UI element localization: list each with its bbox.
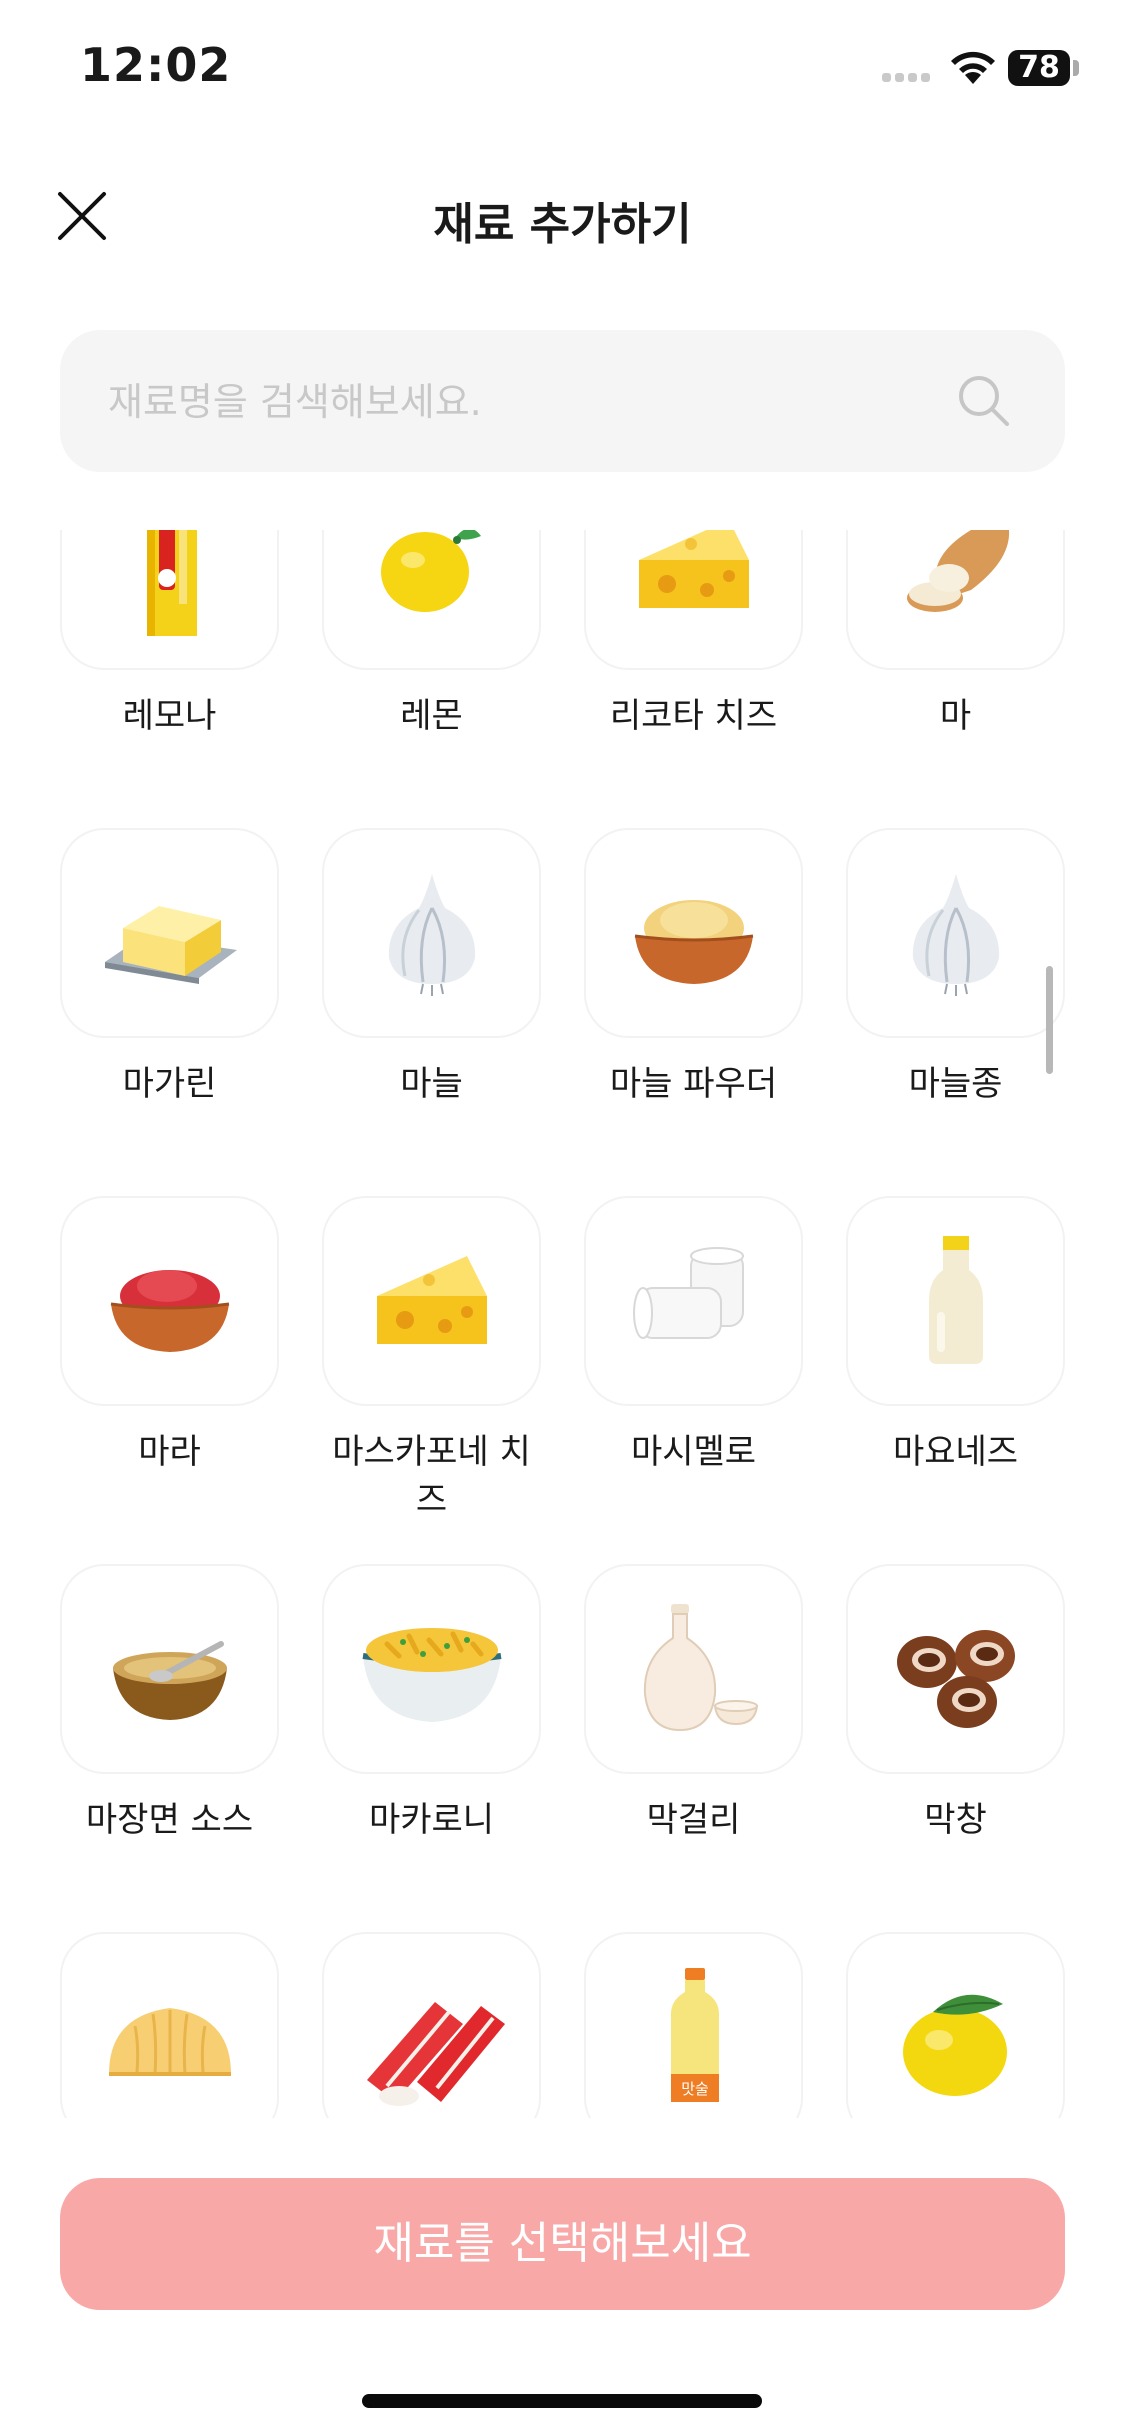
ingredient-tile[interactable]	[846, 828, 1065, 1038]
marshmallow-icon	[632, 1247, 744, 1339]
ingredient-tile[interactable]	[584, 1564, 803, 1774]
ingredient-label: 레몬	[400, 696, 463, 736]
ingredient-item[interactable]: 마늘종	[846, 828, 1065, 1196]
mango-icon	[902, 1994, 1007, 2096]
crab-stick-icon	[366, 2002, 505, 2106]
status-bar: 12:02 78	[0, 0, 1125, 140]
garlic-icon	[388, 874, 475, 996]
ingredient-item[interactable]: 마라	[60, 1196, 279, 1564]
ingredient-item[interactable]: 맛술	[584, 1932, 803, 2118]
mirin-bottle-icon: 맛술	[670, 1968, 719, 2102]
red-powder-bowl-icon	[110, 1270, 229, 1352]
ingredient-tile[interactable]: 맛술	[584, 1932, 803, 2118]
ingredient-tile[interactable]	[846, 1564, 1065, 1774]
ingredient-tile[interactable]	[322, 1564, 541, 1774]
ingredient-item[interactable]	[60, 1932, 279, 2118]
cheese-icon	[638, 530, 749, 608]
cheese-icon	[376, 1256, 487, 1344]
ingredient-label: 마시멜로	[630, 1432, 757, 1472]
page-title: 재료 추가하기	[433, 199, 692, 250]
mayonnaise-bottle-icon	[928, 1236, 983, 1364]
makchang-icon	[896, 1630, 1015, 1728]
ingredient-item[interactable]: 마장면 소스	[60, 1564, 279, 1932]
ingredient-tile[interactable]	[846, 1196, 1065, 1406]
ingredient-item[interactable]: 막걸리	[584, 1564, 803, 1932]
status-time: 12:02	[80, 38, 232, 92]
ingredient-tile[interactable]	[322, 530, 541, 670]
cellular-signal-icon	[882, 72, 936, 82]
ingredient-grid[interactable]: 레모나 레몬 리코타 치즈 마 마가린 마늘 마늘 파우더 마늘종 마라 마스카…	[0, 530, 1125, 2118]
home-indicator	[362, 2394, 762, 2408]
lemona-packet-icon	[146, 530, 197, 636]
search-input[interactable]	[106, 330, 930, 474]
margarine-icon	[104, 906, 237, 984]
ingredient-item[interactable]: 마스카포네 치즈	[322, 1196, 541, 1564]
lemon-icon	[380, 530, 481, 612]
header: 재료 추가하기	[0, 170, 1125, 260]
ingredient-tile[interactable]	[60, 1932, 279, 2118]
ingredient-label: 마늘종	[908, 1064, 1003, 1104]
ingredient-item[interactable]: 마요네즈	[846, 1196, 1065, 1564]
ingredient-item[interactable]: 마시멜로	[584, 1196, 803, 1564]
ingredient-label: 리코타 치즈	[609, 696, 778, 736]
ingredient-label: 마스카포네 치즈	[332, 1432, 531, 1520]
ingredient-item[interactable]	[846, 1932, 1065, 2118]
ingredient-item[interactable]: 마늘 파우더	[584, 828, 803, 1196]
ingredient-tile[interactable]	[322, 1932, 541, 2118]
ingredient-item[interactable]: 마	[846, 530, 1065, 828]
ingredient-label: 마라	[138, 1432, 201, 1472]
ingredient-tile[interactable]	[584, 530, 803, 670]
ingredient-tile[interactable]	[846, 530, 1065, 670]
ingredient-item[interactable]: 마카로니	[322, 1564, 541, 1932]
ingredient-tile[interactable]	[846, 1932, 1065, 2118]
wifi-icon	[951, 51, 995, 84]
ingredient-tile[interactable]	[322, 828, 541, 1038]
select-ingredient-button[interactable]: 재료를 선택해보세요	[60, 2178, 1065, 2310]
ingredient-item[interactable]: 마가린	[60, 828, 279, 1196]
ingredient-tile[interactable]	[60, 828, 279, 1038]
ingredient-label: 마요네즈	[892, 1432, 1019, 1472]
macaroni-bowl-icon	[362, 1628, 501, 1722]
powder-bowl-icon	[634, 900, 753, 984]
ingredient-tile[interactable]	[584, 1196, 803, 1406]
ingredient-item[interactable]: 레몬	[322, 530, 541, 828]
ingredient-item[interactable]: 마늘	[322, 828, 541, 1196]
battery-level: 78	[1008, 50, 1070, 86]
ingredient-label: 마늘 파우더	[609, 1064, 778, 1104]
sauce-bowl-icon	[112, 1641, 227, 1720]
ingredient-item[interactable]: 레모나	[60, 530, 279, 828]
ingredient-item[interactable]: 막창	[846, 1564, 1065, 1932]
ingredient-tile[interactable]	[60, 1564, 279, 1774]
ingredient-item[interactable]	[322, 1932, 541, 2118]
ingredient-label: 마가린	[122, 1064, 217, 1104]
makgeolli-icon	[643, 1604, 758, 1732]
ingredient-label: 마카로니	[368, 1800, 495, 1840]
ingredient-label: 마늘	[400, 1064, 463, 1104]
dumpling-icon	[108, 2008, 231, 2076]
scrollbar[interactable]	[1046, 966, 1053, 1074]
ingredient-label: 마	[939, 696, 972, 736]
mirin-label-text: 맛술	[681, 2080, 709, 2098]
ingredient-label: 마장면 소스	[85, 1800, 254, 1840]
ingredient-tile[interactable]	[584, 828, 803, 1038]
yam-icon	[906, 530, 1009, 612]
ingredient-tile[interactable]	[322, 1196, 541, 1406]
battery-tip	[1073, 60, 1079, 76]
ingredient-label: 막걸리	[646, 1800, 741, 1840]
search-bar[interactable]	[60, 330, 1065, 474]
ingredient-tile[interactable]	[60, 1196, 279, 1406]
ingredient-label: 막창	[924, 1800, 987, 1840]
ingredient-item[interactable]: 리코타 치즈	[584, 530, 803, 828]
search-icon[interactable]	[955, 372, 1013, 430]
garlic-icon	[912, 874, 999, 996]
ingredient-tile[interactable]	[60, 530, 279, 670]
ingredient-label: 레모나	[122, 696, 217, 736]
